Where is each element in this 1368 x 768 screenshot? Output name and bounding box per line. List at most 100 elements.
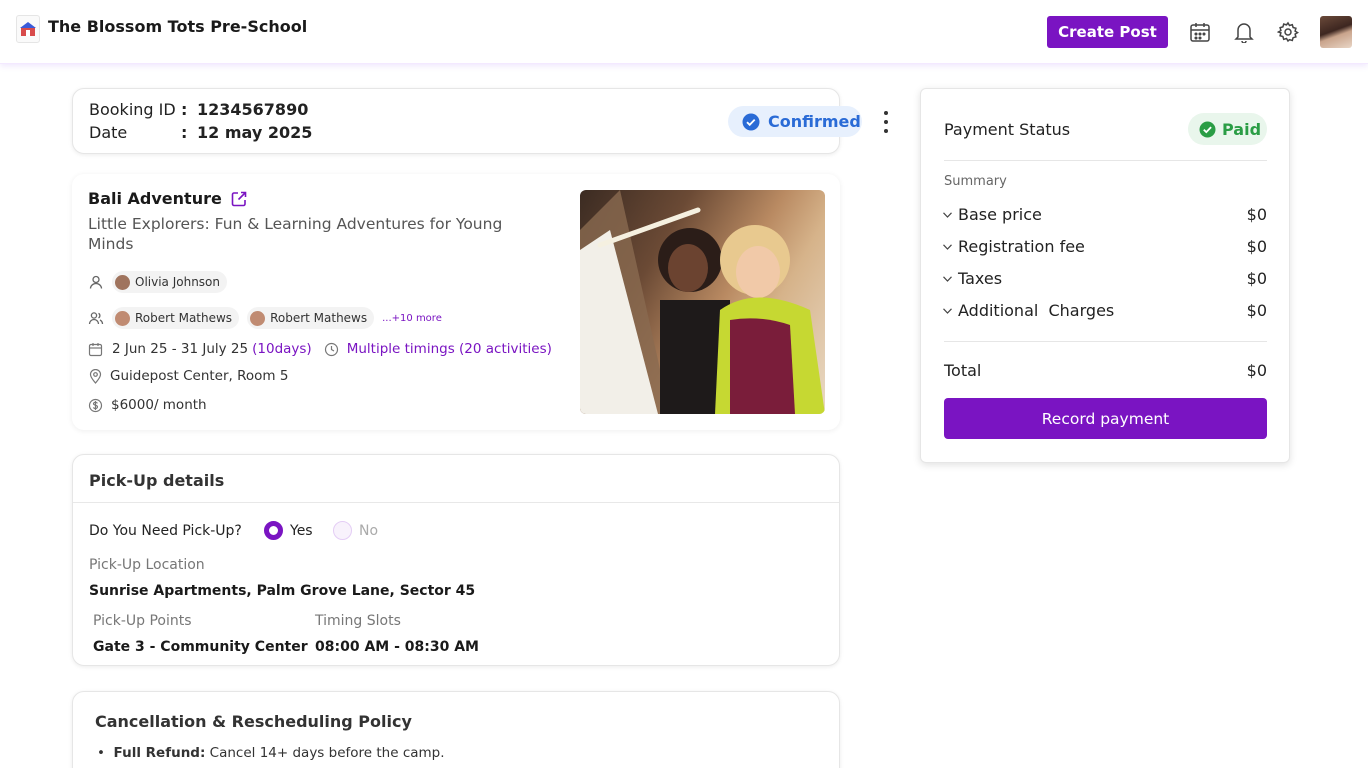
policy-item-title: Full Refund: <box>113 745 206 761</box>
price-row: $6000/ month <box>88 397 207 413</box>
chevron-down-icon <box>943 211 952 218</box>
summary-row-label: Additional Charges <box>958 301 1115 320</box>
timing-slots-label: Timing Slots <box>315 613 401 629</box>
calendar-icon[interactable] <box>1188 20 1212 44</box>
duration-text: (10days) <box>252 341 312 357</box>
paid-label: Paid <box>1222 119 1262 139</box>
pickup-yes-label: Yes <box>290 522 313 539</box>
avatar <box>115 274 130 290</box>
check-circle-icon <box>742 113 760 130</box>
chevron-down-icon <box>943 243 952 250</box>
divider <box>944 341 1267 342</box>
summary-row-taxes[interactable]: Taxes $0 <box>943 269 1267 288</box>
instructor-chip[interactable]: Olivia Johnson <box>112 271 228 293</box>
kebab-menu-icon[interactable] <box>877 111 895 133</box>
program-title-row: Bali Adventure <box>88 189 248 208</box>
app-title: The Blossom Tots Pre-School <box>48 17 308 36</box>
pickup-heading: Pick-Up details <box>73 455 839 503</box>
location-pin-icon <box>89 368 102 384</box>
instructor-name: Olivia Johnson <box>135 275 221 289</box>
summary-label: Summary <box>944 174 1007 189</box>
participant-chip[interactable]: Robert Mathews <box>247 307 375 329</box>
instructor-row: Olivia Johnson <box>88 271 235 293</box>
participant-name: Robert Mathews <box>135 311 233 325</box>
date-icon <box>88 342 103 356</box>
location-text: Guidepost Center, Room 5 <box>110 368 289 384</box>
summary-row-additional-charges[interactable]: Additional Charges $0 <box>943 301 1267 320</box>
clock-icon <box>324 342 338 356</box>
total-row: Total $0 <box>944 361 1267 380</box>
pickup-location-label: Pick-Up Location <box>89 557 205 573</box>
check-circle-icon <box>1199 121 1216 137</box>
booking-card: Booking ID:1234567890 Date:12 may 2025 C… <box>72 88 888 154</box>
more-participants-link[interactable]: ...+10 more <box>382 313 442 324</box>
policy-item-text: Cancel 14+ days before the camp. <box>209 745 445 761</box>
summary-row-label: Taxes <box>958 269 1003 288</box>
create-post-button[interactable]: Create Post <box>1047 16 1168 48</box>
radio-selected-icon <box>264 521 283 540</box>
gear-icon[interactable] <box>1276 20 1300 44</box>
booking-id-colon: : <box>181 100 188 119</box>
avatar <box>250 310 266 326</box>
external-link-icon[interactable] <box>230 190 248 208</box>
pickup-location-value: Sunrise Apartments, Palm Grove Lane, Sec… <box>89 583 476 599</box>
booking-id-value: 1234567890 <box>197 100 309 119</box>
pickup-no-label: No <box>359 522 379 539</box>
chevron-down-icon <box>943 275 952 282</box>
program-subtitle: Little Explorers: Fun & Learning Adventu… <box>88 215 503 253</box>
timing-slots-value: 08:00 AM - 08:30 AM <box>315 639 479 655</box>
summary-row-base-price[interactable]: Base price $0 <box>943 205 1267 224</box>
confirmed-badge: Confirmed <box>728 106 862 137</box>
booking-date-value: 12 may 2025 <box>197 123 313 142</box>
summary-row-value: $0 <box>1246 301 1267 320</box>
bullet: • <box>97 745 114 761</box>
summary-row-value: $0 <box>1246 237 1267 256</box>
policy-card: Cancellation & Rescheduling Policy • Ful… <box>72 691 840 768</box>
timings-link[interactable]: Multiple timings (20 activities) <box>347 341 552 357</box>
bell-icon[interactable] <box>1232 20 1256 44</box>
paid-badge: Paid <box>1188 113 1267 145</box>
participants-row: Robert Mathews Robert Mathews ...+10 mor… <box>88 307 442 329</box>
chevron-down-icon <box>943 307 952 314</box>
top-bar: The Blossom Tots Pre-School Create Post <box>0 0 1368 64</box>
booking-date-colon: : <box>181 123 188 142</box>
booking-date-label: Date <box>89 123 128 142</box>
payment-card: Payment Status Paid Summary Base price $… <box>920 88 1290 463</box>
pickup-card: Pick-Up details Do You Need Pick-Up? Yes… <box>72 454 840 666</box>
pickup-points-label: Pick-Up Points <box>93 613 192 629</box>
dates-row: 2 Jun 25 - 31 July 25 (10days) Multiple … <box>88 341 552 357</box>
dollar-icon <box>88 398 103 412</box>
price-text: $6000/ month <box>111 397 207 413</box>
avatar <box>115 310 130 326</box>
confirmed-label: Confirmed <box>768 112 861 131</box>
booking-id-label: Booking ID <box>89 100 176 119</box>
group-icon <box>88 312 104 325</box>
participant-name: Robert Mathews <box>270 311 368 325</box>
dates-text: 2 Jun 25 - 31 July 25 <box>112 341 249 357</box>
program-card: Bali Adventure Little Explorers: Fun & L… <box>72 174 840 430</box>
booking-date-row: Date:12 may 2025 <box>89 123 312 142</box>
record-payment-button[interactable]: Record payment <box>944 398 1267 439</box>
user-avatar[interactable] <box>1320 16 1352 48</box>
school-logo-icon[interactable] <box>16 15 40 43</box>
booking-id-row: Booking ID:1234567890 <box>89 100 308 119</box>
payment-status-label: Payment Status <box>944 120 1071 139</box>
policy-item: • Full Refund: Cancel 14+ days before th… <box>97 745 445 761</box>
summary-row-label: Registration fee <box>958 237 1085 256</box>
total-label: Total <box>944 361 982 380</box>
total-value: $0 <box>1246 361 1267 380</box>
location-row: Guidepost Center, Room 5 <box>88 368 288 384</box>
pickup-question: Do You Need Pick-Up? <box>89 523 242 539</box>
summary-row-registration-fee[interactable]: Registration fee $0 <box>943 237 1267 256</box>
pickup-no-radio[interactable]: No <box>333 521 378 540</box>
summary-row-value: $0 <box>1246 269 1267 288</box>
radio-unselected-icon <box>333 521 352 540</box>
policy-heading: Cancellation & Rescheduling Policy <box>95 712 412 731</box>
program-photo <box>580 190 825 414</box>
participant-chip[interactable]: Robert Mathews <box>112 307 240 329</box>
summary-row-label: Base price <box>958 205 1042 224</box>
person-icon <box>89 275 103 289</box>
pickup-points-value: Gate 3 - Community Center <box>93 639 308 655</box>
pickup-yes-radio[interactable]: Yes <box>264 521 313 540</box>
summary-row-value: $0 <box>1246 205 1267 224</box>
